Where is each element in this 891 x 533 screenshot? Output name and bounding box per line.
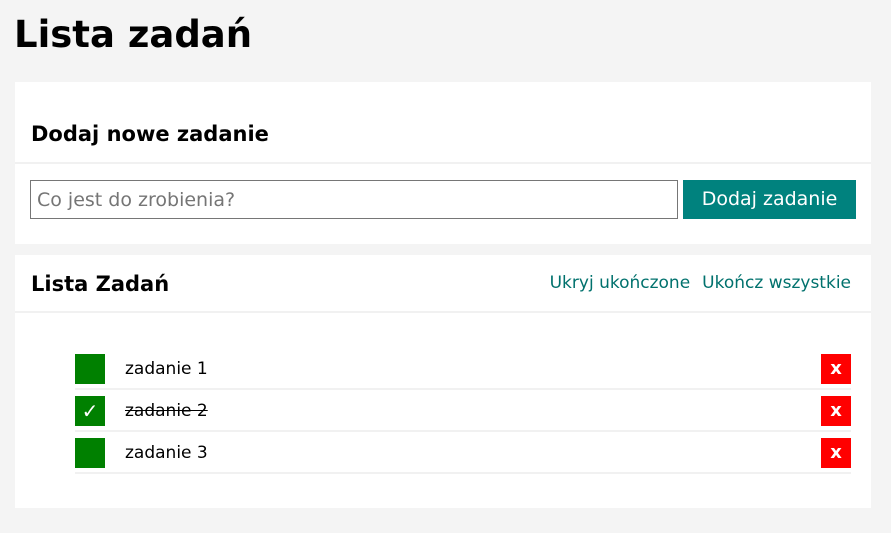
- complete-all-link[interactable]: Ukończ wszystkie: [702, 273, 851, 293]
- task-checkbox[interactable]: [75, 438, 105, 468]
- task-row: ✓ zadanie 2 x: [75, 390, 851, 432]
- add-task-header: Dodaj nowe zadanie: [15, 82, 871, 164]
- page-title: Lista zadań: [14, 13, 253, 56]
- task-list-actions: Ukryj ukończone Ukończ wszystkie: [550, 273, 851, 293]
- task-list-header: Lista Zadań Ukryj ukończone Ukończ wszys…: [15, 255, 871, 313]
- task-row: zadanie 1 x: [75, 348, 851, 390]
- delete-task-button[interactable]: x: [821, 438, 851, 468]
- task-list: zadanie 1 x ✓ zadanie 2 x zadanie 3 x: [75, 348, 851, 474]
- add-task-button[interactable]: Dodaj zadanie: [683, 180, 856, 219]
- task-checkbox[interactable]: [75, 354, 105, 384]
- hide-completed-link[interactable]: Ukryj ukończone: [550, 273, 691, 293]
- task-list-card: Lista Zadań Ukryj ukończone Ukończ wszys…: [15, 255, 871, 508]
- delete-task-button[interactable]: x: [821, 354, 851, 384]
- add-task-card: Dodaj nowe zadanie Dodaj zadanie: [15, 82, 871, 244]
- add-task-title: Dodaj nowe zadanie: [31, 122, 269, 146]
- new-task-input[interactable]: [30, 180, 678, 219]
- task-label: zadanie 2: [125, 401, 208, 421]
- task-row: zadanie 3 x: [75, 432, 851, 474]
- task-label: zadanie 1: [125, 359, 208, 379]
- task-label: zadanie 3: [125, 443, 208, 463]
- delete-task-button[interactable]: x: [821, 396, 851, 426]
- task-list-title: Lista Zadań: [31, 272, 170, 296]
- task-checkbox[interactable]: ✓: [75, 396, 105, 426]
